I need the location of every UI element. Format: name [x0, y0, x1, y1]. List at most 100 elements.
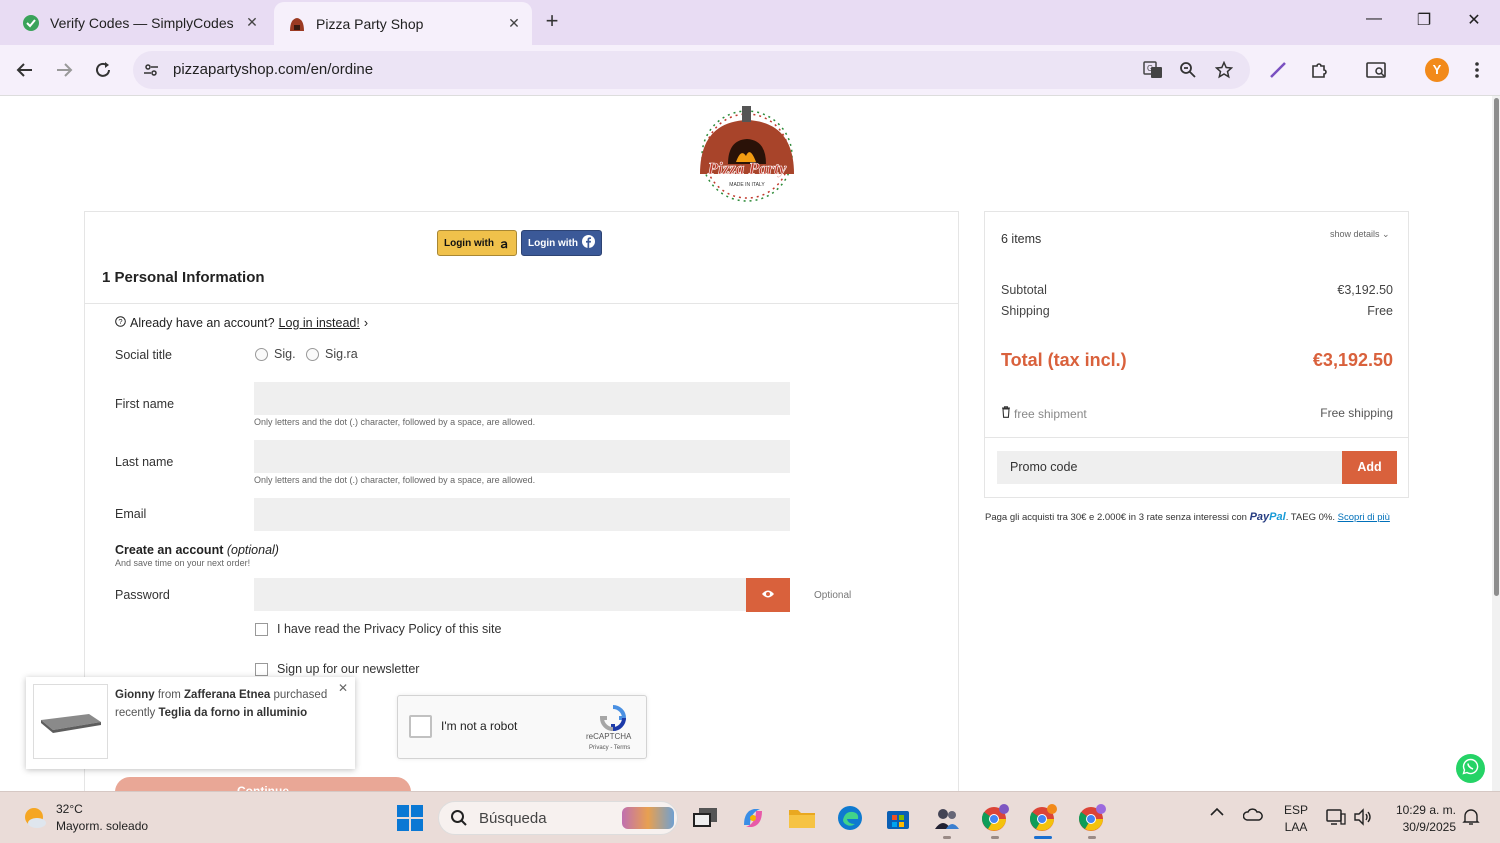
chrome-profile-3-icon[interactable]	[1077, 803, 1107, 833]
first-name-hint: Only letters and the dot (.) character, …	[254, 417, 536, 427]
privacy-checkbox[interactable]	[255, 622, 268, 636]
close-tab-icon[interactable]: ✕	[502, 15, 526, 32]
chevron-down-icon: ⌄	[1382, 229, 1390, 239]
weather-temperature[interactable]: 32°C	[56, 802, 83, 816]
reload-icon[interactable]	[90, 57, 116, 83]
show-details-link[interactable]: show details ⌄	[1330, 229, 1390, 240]
microsoft-store-icon[interactable]	[883, 803, 913, 833]
new-tab-icon[interactable]: +	[540, 10, 564, 34]
svg-text:G: G	[1147, 64, 1153, 73]
whatsapp-icon	[1462, 758, 1479, 780]
radio-sigra[interactable]: Sig.ra	[306, 347, 358, 361]
login-amazon-label: Login with	[443, 237, 494, 249]
login-with-amazon-button[interactable]: Login with ａ	[437, 230, 517, 256]
pizza-party-logo[interactable]: Pizza Party MADE IN ITALY	[676, 104, 818, 204]
newsletter-checkbox-row[interactable]: Sign up for our newsletter	[255, 662, 419, 676]
privacy-checkbox-row[interactable]: I have read the Privacy Policy of this s…	[255, 622, 501, 636]
radio-circle[interactable]	[306, 347, 319, 361]
social-title-label: Social title	[115, 348, 172, 362]
login-instead-link[interactable]: Log in instead!	[279, 316, 360, 330]
network-icon[interactable]	[1326, 808, 1346, 829]
show-hidden-icons-chevron-up-icon[interactable]	[1210, 806, 1224, 820]
windows-taskbar: 32°C Mayorm. soleado Búsqueda ESP LAA 10…	[0, 791, 1500, 843]
create-account-heading: Create an account (optional)	[115, 543, 279, 557]
windows-start-icon[interactable]	[397, 805, 423, 831]
weather-sun-cloud-icon[interactable]	[22, 805, 48, 831]
password-field[interactable]	[254, 578, 746, 611]
svg-text:MADE IN ITALY: MADE IN ITALY	[729, 182, 765, 188]
search-highlight-image	[622, 807, 674, 829]
free-shipment-voucher: free shipment	[1001, 406, 1087, 421]
paypal-taeg: . TAEG 0%.	[1285, 512, 1335, 523]
total-value: €3,192.50	[1312, 350, 1393, 370]
first-name-field[interactable]	[254, 382, 790, 415]
radio-sig[interactable]: Sig.	[255, 347, 296, 361]
show-details-label: show details	[1330, 229, 1380, 239]
items-count: 6 items	[1001, 232, 1042, 246]
address-bar[interactable]: pizzapartyshop.com/en/ordine G	[133, 51, 1250, 89]
extensions-puzzle-icon[interactable]	[1307, 58, 1331, 82]
recent-purchase-popup[interactable]: Gionny from Zafferana Etnea purchased re…	[26, 677, 355, 769]
browser-toolbar: pizzapartyshop.com/en/ordine G Y	[0, 45, 1500, 96]
menu-kebab-icon[interactable]	[1465, 58, 1489, 82]
clock-date: 30/9/2025	[1402, 820, 1456, 834]
email-field[interactable]	[254, 498, 790, 531]
notification-bell-icon[interactable]	[1462, 808, 1480, 829]
chrome-profile-2-icon[interactable]	[1028, 803, 1058, 833]
people-app-icon[interactable]	[932, 803, 962, 833]
chrome-profile-1-icon[interactable]	[980, 803, 1010, 833]
file-explorer-icon[interactable]	[787, 803, 817, 833]
recaptcha-checkbox[interactable]	[409, 715, 432, 738]
whatsapp-chat-button[interactable]	[1456, 754, 1485, 783]
tab-simplycodes[interactable]: Verify Codes — SimplyCodes ✕	[8, 0, 270, 45]
continue-button[interactable]: Continue	[115, 777, 411, 791]
volume-icon[interactable]	[1353, 808, 1373, 829]
shipping-label: Shipping	[1001, 304, 1050, 318]
close-tab-icon[interactable]: ✕	[240, 14, 264, 31]
login-facebook-label: Login with	[528, 237, 578, 249]
forward-icon[interactable]	[51, 57, 77, 83]
minimize-icon[interactable]: —	[1359, 10, 1389, 28]
language-code: ESP	[1284, 803, 1309, 817]
app-running-indicator	[943, 836, 951, 839]
popup-close-icon[interactable]: ✕	[338, 681, 348, 695]
onedrive-cloud-icon[interactable]	[1242, 808, 1263, 825]
paypal-learn-more-link[interactable]: Scopri di più	[1338, 512, 1390, 523]
weather-description[interactable]: Mayorm. soleado	[56, 819, 148, 833]
radio-circle[interactable]	[255, 347, 268, 361]
recaptcha-widget: I'm not a robot reCAPTCHA Privacy - Term…	[397, 695, 647, 759]
newsletter-checkbox[interactable]	[255, 662, 268, 676]
recaptcha-terms[interactable]: Privacy - Terms	[589, 745, 630, 751]
site-settings-icon[interactable]	[141, 60, 161, 80]
popup-from-word: from	[157, 689, 181, 701]
show-password-button[interactable]	[746, 578, 790, 612]
trash-icon[interactable]	[1001, 406, 1011, 421]
zoom-icon[interactable]	[1178, 60, 1198, 80]
pen-extension-icon[interactable]	[1266, 58, 1290, 82]
promo-add-button[interactable]: Add	[1342, 451, 1397, 484]
promo-code-input[interactable]: Promo code	[997, 451, 1343, 484]
bookmark-star-icon[interactable]	[1214, 60, 1234, 80]
edge-icon[interactable]	[835, 803, 865, 833]
tab-pizza-party[interactable]: Pizza Party Shop ✕	[274, 2, 532, 45]
copilot-icon[interactable]	[738, 803, 768, 833]
taskbar-search[interactable]: Búsqueda	[438, 801, 678, 835]
taskbar-clock[interactable]: 10:29 a. m. 30/9/2025	[1388, 802, 1456, 836]
paypal-logo: PayPal	[1250, 511, 1286, 523]
free-shipment-row: free shipment Free shipping	[1001, 406, 1393, 421]
app-active-indicator	[1034, 836, 1052, 839]
password-optional-note: Optional	[814, 590, 852, 601]
page-scrollbar-thumb[interactable]	[1494, 98, 1499, 596]
last-name-hint: Only letters and the dot (.) character, …	[254, 475, 536, 485]
keyboard-language-indicator[interactable]: ESP LAA	[1284, 802, 1308, 836]
tab-search-icon[interactable]	[1365, 58, 1389, 82]
login-with-facebook-button[interactable]: Login with	[521, 230, 602, 256]
back-icon[interactable]	[12, 57, 38, 83]
restore-icon[interactable]: ❐	[1409, 10, 1439, 30]
translate-icon[interactable]: G	[1143, 60, 1163, 80]
close-window-icon[interactable]: ✕	[1459, 10, 1489, 30]
task-view-icon[interactable]	[690, 803, 720, 833]
last-name-field[interactable]	[254, 440, 790, 473]
checkout-page: Pizza Party MADE IN ITALY Login with ａ L…	[0, 96, 1492, 791]
profile-avatar[interactable]: Y	[1425, 58, 1449, 82]
